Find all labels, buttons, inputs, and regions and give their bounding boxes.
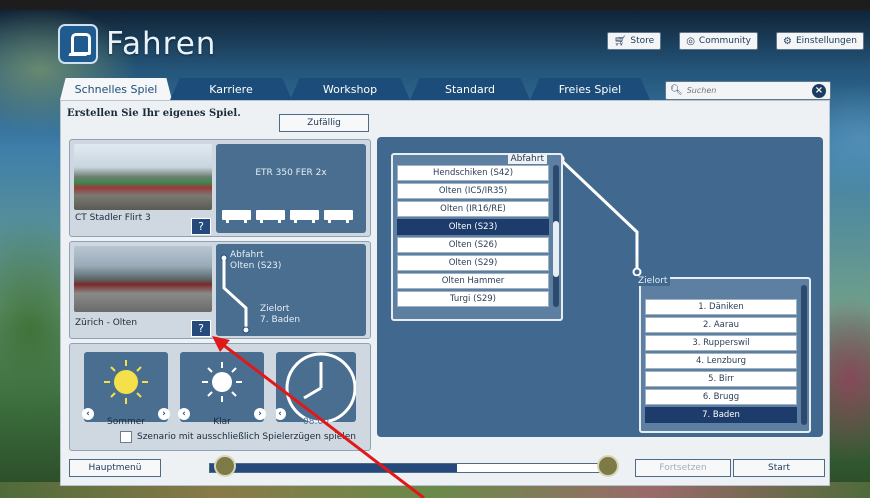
- tab-freies-spiel[interactable]: Freies Spiel: [530, 78, 650, 100]
- community-label: Community: [698, 36, 752, 46]
- page-title-group: Fahren: [58, 24, 216, 64]
- departure-list-header: Abfahrt: [507, 154, 547, 164]
- list-item[interactable]: Olten Hammer: [397, 273, 549, 289]
- destination-list: Zielort 1. Däniken 2. Aarau 3. Rupperswi…: [635, 276, 811, 433]
- top-strip: [0, 0, 870, 10]
- consist-tile[interactable]: ETR 350 FER 2x: [216, 144, 366, 233]
- train-thumbnail[interactable]: [74, 144, 212, 210]
- list-item[interactable]: 1. Däniken: [645, 299, 797, 315]
- progress-bar: [209, 463, 609, 473]
- settings-label: Einstellungen: [795, 36, 857, 46]
- store-label: Store: [630, 36, 655, 46]
- continue-button[interactable]: Fortsetzen: [635, 459, 731, 477]
- list-item[interactable]: Olten (S29): [397, 255, 549, 271]
- clock-icon: [285, 352, 356, 422]
- tab-schnelles-spiel[interactable]: Schnelles Spiel: [60, 78, 172, 100]
- panel-subtitle: Erstellen Sie Ihr eigenes Spiel.: [67, 108, 241, 119]
- tab-standard[interactable]: Standard: [410, 78, 530, 100]
- route-selection: Zürich - Olten ? Abfahrt Olten (S23) Zie…: [69, 241, 371, 339]
- random-button[interactable]: Zufällig: [279, 114, 369, 132]
- tab-karriere[interactable]: Karriere: [170, 78, 292, 100]
- season-tile[interactable]: ‹ ›: [82, 352, 170, 422]
- route-name: Zürich - Olten: [75, 318, 138, 328]
- wagon-icon: [324, 210, 353, 223]
- destination-label: Zielort: [260, 304, 290, 314]
- gear-icon: ⚙: [783, 35, 792, 47]
- player-trains-option[interactable]: Szenario mit ausschließlich Spielerzügen…: [120, 431, 356, 443]
- list-item[interactable]: Olten (IR16/RE): [397, 201, 549, 217]
- search-bar: 🔍︎ ×: [665, 81, 831, 100]
- list-item-selected[interactable]: 7. Baden: [645, 407, 797, 423]
- clear-weather-icon: [202, 362, 242, 402]
- season-label: Sommer: [107, 417, 145, 427]
- list-item[interactable]: 5. Birr: [645, 371, 797, 387]
- route-tile[interactable]: Abfahrt Olten (S23) Zielort 7. Baden: [216, 244, 366, 336]
- top-toolbar: 🛒︎ Store ◎ Community ⚙ Einstellungen: [606, 32, 864, 50]
- train-help-button[interactable]: ?: [191, 218, 211, 235]
- destination-list-header: Zielort: [635, 276, 671, 286]
- list-item[interactable]: Turgi (S29): [397, 291, 549, 307]
- player-trains-label: Szenario mit ausschließlich Spielerzügen…: [137, 432, 357, 442]
- list-item-selected[interactable]: Olten (S23): [397, 219, 549, 235]
- route-thumbnail[interactable]: [74, 246, 212, 312]
- departure-label: Abfahrt: [230, 250, 264, 260]
- clear-search-icon[interactable]: ×: [812, 84, 826, 98]
- list-item[interactable]: 3. Rupperswil: [645, 335, 797, 351]
- departure-list: Abfahrt Hendschiken (S42) Olten (IC5/IR3…: [391, 153, 563, 321]
- main-menu-button[interactable]: Hauptmenü: [69, 459, 161, 477]
- consist-name: ETR 350 FER 2x: [255, 168, 327, 178]
- time-tile[interactable]: ‹: [276, 352, 356, 422]
- departure-scroll-thumb[interactable]: [553, 221, 559, 277]
- wagon-icon: [222, 210, 251, 223]
- list-item[interactable]: 6. Brugg: [645, 389, 797, 405]
- list-item[interactable]: 4. Lenzburg: [645, 353, 797, 369]
- search-icon: 🔍︎: [670, 85, 683, 96]
- train-icon: [58, 24, 98, 64]
- departure-scrollbar[interactable]: [553, 165, 559, 307]
- progress-fill: [210, 464, 457, 472]
- globe-icon: ◎: [686, 35, 695, 47]
- weather-tile[interactable]: ‹ ›: [178, 352, 266, 422]
- sun-icon: [104, 360, 148, 404]
- destination-scrollbar[interactable]: [801, 285, 807, 425]
- list-item[interactable]: Hendschiken (S42): [397, 165, 549, 181]
- community-button[interactable]: ◎ Community: [679, 32, 759, 50]
- cart-icon: 🛒︎: [613, 35, 627, 47]
- departure-value: Olten (S23): [230, 261, 282, 271]
- route-map: Abfahrt Hendschiken (S42) Olten (IC5/IR3…: [377, 137, 823, 437]
- progress-end-marker: [597, 455, 619, 477]
- list-item[interactable]: 2. Aarau: [645, 317, 797, 333]
- list-item[interactable]: Olten (IC5/IR35): [397, 183, 549, 199]
- list-item[interactable]: Olten (S26): [397, 237, 549, 253]
- settings-button[interactable]: ⚙ Einstellungen: [776, 32, 864, 50]
- tab-workshop[interactable]: Workshop: [290, 78, 410, 100]
- weather-label: Klar: [213, 417, 231, 427]
- wagon-icon: [256, 210, 285, 223]
- time-label: 08:00: [303, 417, 329, 427]
- search-input[interactable]: [686, 86, 797, 95]
- route-help-button[interactable]: ?: [191, 320, 211, 337]
- store-button[interactable]: 🛒︎ Store: [606, 32, 662, 50]
- train-selection: CT Stadler Flirt 3 ? ETR 350 FER 2x: [69, 139, 371, 237]
- destination-value: 7. Baden: [260, 315, 301, 325]
- page-title: Fahren: [106, 26, 217, 62]
- tab-bar: Schnelles Spiel Karriere Workshop Standa…: [60, 78, 660, 100]
- player-trains-checkbox[interactable]: [120, 431, 132, 443]
- environment-selection: ‹ › Sommer ‹ › Klar ‹ 08:00 Szenario mit…: [69, 343, 371, 451]
- wagon-icon: [290, 210, 319, 223]
- progress-start-marker: [214, 455, 236, 477]
- main-panel: Erstellen Sie Ihr eigenes Spiel. Zufälli…: [60, 100, 830, 486]
- train-name: CT Stadler Flirt 3: [75, 213, 151, 223]
- start-button[interactable]: Start: [733, 459, 825, 477]
